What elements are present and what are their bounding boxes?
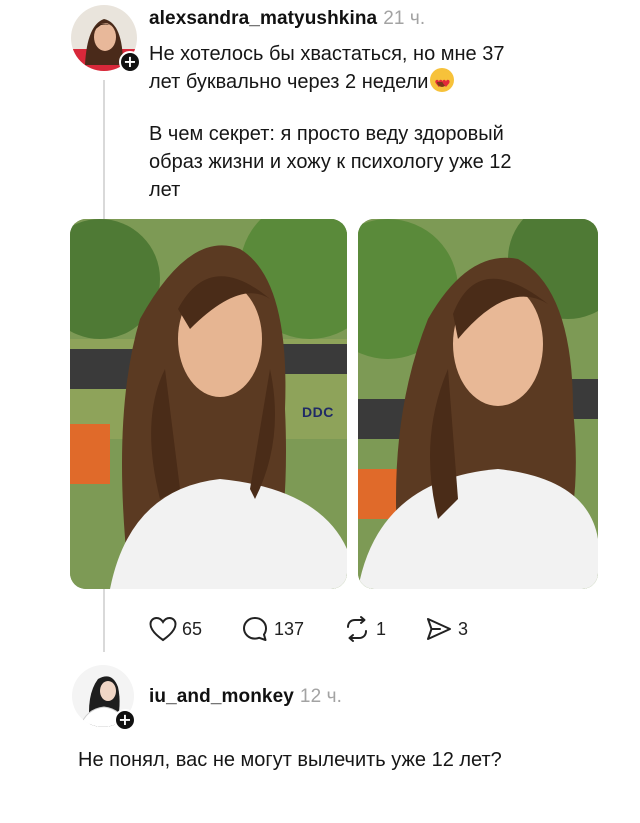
reply-text: Не понял, вас не могут вылечить уже 12 л… [78,749,502,771]
send-icon [427,618,451,640]
post-text-line: лет [149,179,181,201]
repost-count: 1 [376,618,387,639]
watermark-label: DDC [302,404,334,420]
reply-author-avatar[interactable]: + [72,665,136,731]
comment-count: 137 [274,618,305,639]
like-button[interactable]: 65 [149,614,202,644]
post-photo-2[interactable] [358,219,598,589]
post-text-paragraph-2: В чем секрет: я просто веду здоровый обр… [149,120,589,204]
reply-username-row: iu_and_monkey 12 ч. [149,686,342,708]
follow-plus-icon[interactable]: + [119,51,141,73]
follow-plus-icon[interactable]: + [114,709,136,731]
author-username[interactable]: alexsandra_matyushkina [149,8,377,29]
post-text-line: лет буквально через 2 недели [149,71,429,93]
post-text-line: В чем секрет: я просто веду здоровый [149,123,504,145]
like-count: 65 [182,618,203,639]
author-avatar[interactable]: + [71,5,141,73]
post-text-paragraph-1: Не хотелось бы хвастаться, но мне 37 лет… [149,40,579,99]
post-text-line: Не хотелось бы хвастаться, но мне 37 [149,43,505,65]
heart-eyes-emoji-icon [430,68,455,99]
post-text-line-with-emoji: лет буквально через 2 недели [149,68,579,99]
repost-icon [347,616,367,642]
share-count: 3 [458,618,469,639]
heart-icon [149,616,177,642]
thread-page: + alexsandra_matyushkina 21 ч. Не хотелос… [0,0,640,823]
share-button[interactable]: 3 [425,614,468,644]
repost-button[interactable]: 1 [343,614,386,644]
selfie-photo-2 [358,219,598,589]
reply-time: 12 ч. [299,686,342,707]
author-username-row: alexsandra_matyushkina 21 ч. [149,8,425,30]
reply-username[interactable]: iu_and_monkey [149,686,294,707]
post-time: 21 ч. [383,8,426,29]
post-text-line: образ жизни и хожу к психологу уже 12 [149,151,512,173]
comment-bubble-icon [243,617,267,641]
comment-button[interactable]: 137 [241,614,304,644]
